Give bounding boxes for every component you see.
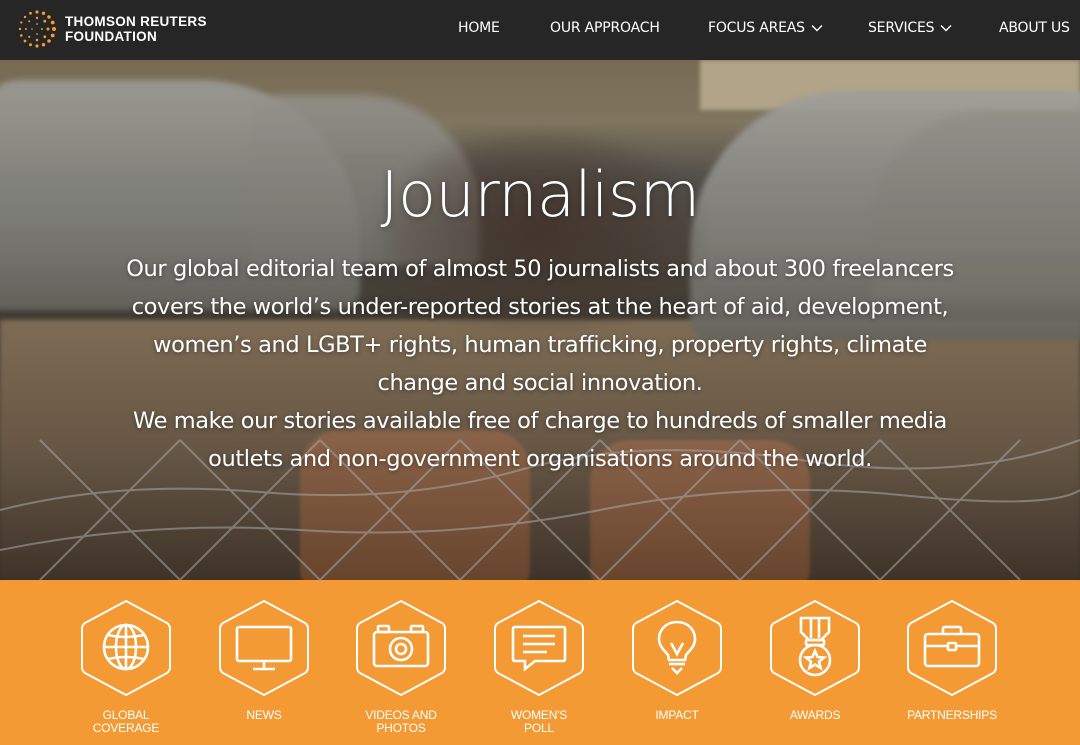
monitor-icon bbox=[219, 599, 309, 697]
tile-label: IMPACT bbox=[655, 708, 699, 722]
nav-item-our-approach[interactable]: OUR APPROACH bbox=[550, 20, 660, 36]
tile-news[interactable]: NEWS bbox=[209, 598, 319, 722]
briefcase-icon bbox=[907, 599, 997, 697]
nav-item-label: SERVICES bbox=[868, 20, 935, 36]
top-navigation-bar: THOMSON REUTERS FOUNDATION HOME OUR APPR… bbox=[0, 0, 1080, 60]
tile-label: WOMEN'S POLL bbox=[510, 708, 568, 735]
tile-label: VIDEOS AND PHOTOS bbox=[365, 708, 437, 735]
tile-label: GLOBAL COVERAGE bbox=[92, 708, 160, 735]
nav-item-label: HOME bbox=[458, 20, 500, 36]
brand-name-line1: THOMSON REUTERS bbox=[65, 14, 207, 29]
tile-label: NEWS bbox=[246, 708, 282, 722]
tile-global-coverage[interactable]: GLOBAL COVERAGE bbox=[71, 598, 181, 735]
nav-item-home[interactable]: HOME bbox=[458, 20, 500, 36]
tile-videos-and-photos[interactable]: VIDEOS AND PHOTOS bbox=[346, 598, 456, 735]
foundation-logo-icon bbox=[18, 10, 56, 48]
hero-paragraph-1: Our global editorial team of almost 50 j… bbox=[126, 256, 954, 396]
nav-item-about-us[interactable]: ABOUT US bbox=[999, 20, 1070, 36]
tile-label: AWARDS bbox=[789, 708, 841, 722]
tile-impact[interactable]: IMPACT bbox=[622, 598, 732, 722]
nav-item-services[interactable]: SERVICES bbox=[868, 20, 952, 36]
chevron-down-icon bbox=[940, 25, 952, 32]
medal-icon bbox=[770, 599, 860, 697]
tile-label: PARTNERSHIPS bbox=[907, 708, 997, 722]
tile-womens-poll[interactable]: WOMEN'S POLL bbox=[484, 598, 594, 735]
hero-paragraph-2: We make our stories available free of ch… bbox=[133, 408, 947, 472]
brand-logo-link[interactable]: THOMSON REUTERS FOUNDATION bbox=[16, 6, 207, 52]
brand-name-line2: FOUNDATION bbox=[65, 29, 157, 44]
brand-wordmark: THOMSON REUTERS FOUNDATION bbox=[65, 14, 207, 44]
lightbulb-icon bbox=[632, 599, 722, 697]
speech-bubble-icon bbox=[494, 599, 584, 697]
nav-item-label: ABOUT US bbox=[999, 20, 1070, 36]
nav-item-focus-areas[interactable]: FOCUS AREAS bbox=[708, 20, 823, 36]
tile-partnerships[interactable]: PARTNERSHIPS bbox=[897, 598, 1007, 722]
camera-icon bbox=[356, 599, 446, 697]
nav-item-label: OUR APPROACH bbox=[550, 20, 660, 36]
tile-awards[interactable]: AWARDS bbox=[760, 598, 870, 722]
globe-icon bbox=[81, 599, 171, 697]
page-title: Journalism bbox=[380, 158, 700, 231]
hero-banner: Journalism Our global editorial team of … bbox=[0, 60, 1080, 580]
nav-item-label: FOCUS AREAS bbox=[708, 20, 805, 36]
section-links-band: GLOBAL COVERAGE NEWS VIDEOS AND PHOTOS W… bbox=[0, 580, 1080, 745]
chevron-down-icon bbox=[811, 25, 823, 32]
hero-description: Our global editorial team of almost 50 j… bbox=[125, 250, 955, 478]
